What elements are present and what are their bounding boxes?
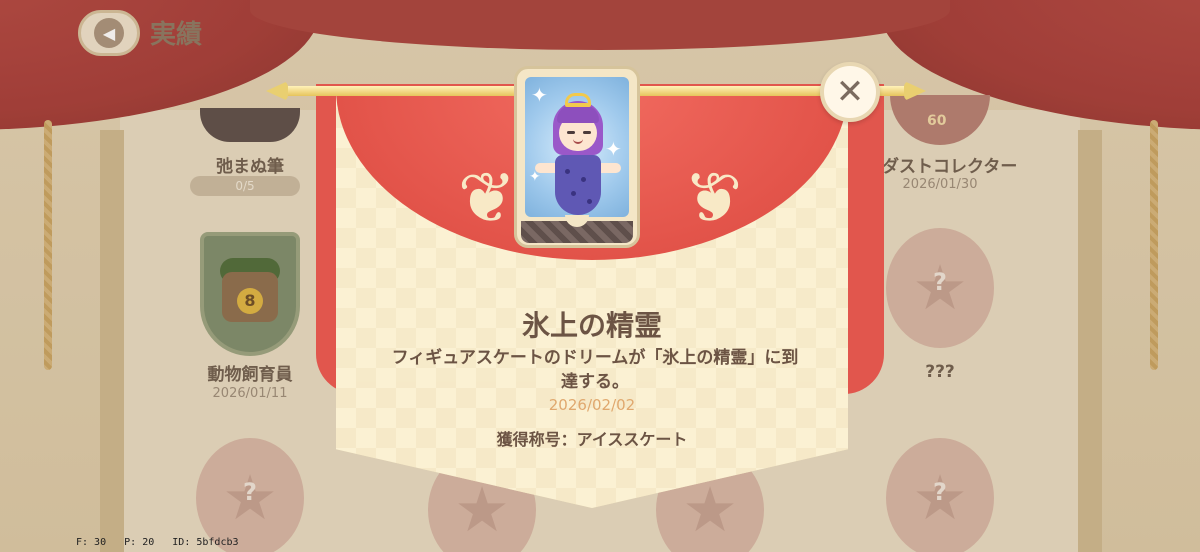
- character-dress: [555, 155, 601, 215]
- description-line: 達する。: [561, 372, 629, 392]
- character-eye: [583, 131, 591, 134]
- achievement-title: 氷上の精霊: [521, 309, 662, 342]
- achievement-icon: ✦ ✦ ✦: [514, 66, 640, 248]
- close-icon: ✕: [835, 72, 865, 112]
- sparkle-icon: ✦: [605, 137, 622, 161]
- rod-end: [266, 81, 288, 101]
- achievement-description: フィギュアスケートのドリームが「氷上の精霊」に到 達する。: [380, 346, 810, 394]
- icon-pedestal: [521, 215, 633, 243]
- figure-skater-icon: ✦ ✦ ✦: [525, 77, 629, 217]
- sparkle-icon: ✦: [531, 83, 548, 107]
- achievement-date: 2026/02/02: [548, 396, 636, 414]
- achievement-modal: ❦ ❦ ✦ ✦ ✦ ✕ 氷上の精霊 フィギュアスケートのドリームが「氷上の精霊」…: [0, 0, 1200, 552]
- laurel-icon: ❦: [457, 157, 517, 239]
- character-eye: [567, 131, 575, 134]
- laurel-icon: ❦: [683, 157, 743, 239]
- achievement-reward: 獲得称号：アイススケート: [496, 430, 688, 449]
- tiara-icon: [565, 93, 591, 107]
- description-line: フィギュアスケートのドリームが「氷上の精霊」に到: [391, 348, 799, 368]
- rod-end: [904, 81, 926, 101]
- close-button[interactable]: ✕: [820, 62, 880, 122]
- character-bangs: [557, 105, 599, 123]
